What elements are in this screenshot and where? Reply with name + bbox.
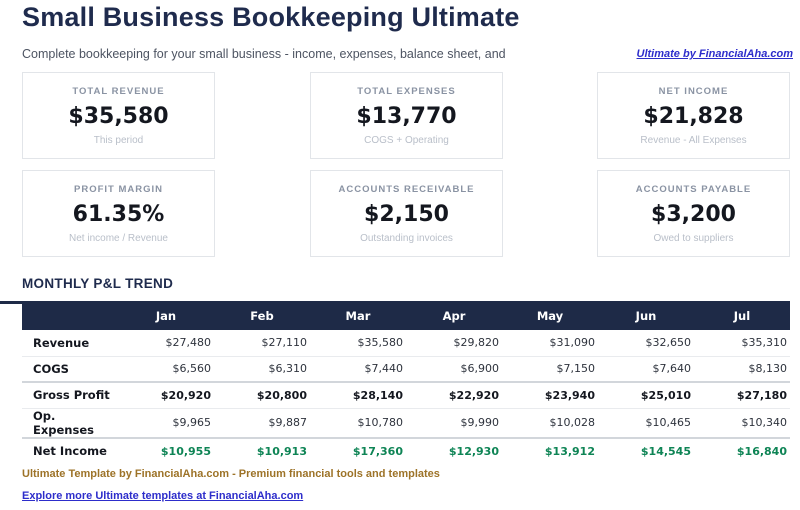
cell-value: $28,140	[310, 382, 406, 408]
kpi-note: This period	[94, 135, 143, 146]
cell-value: $9,990	[406, 408, 502, 438]
table-row-net-income: Net Income $10,955 $10,913 $17,360 $12,9…	[22, 438, 790, 464]
cell-value: $29,820	[406, 330, 502, 356]
kpi-card-total-expenses: TOTAL EXPENSES $13,770 COGS + Operating	[310, 72, 503, 159]
kpi-label: TOTAL REVENUE	[72, 86, 164, 97]
row-label: Revenue	[22, 330, 118, 356]
kpi-note: COGS + Operating	[364, 135, 449, 146]
kpi-value: $35,580	[68, 104, 168, 129]
table-top-rule	[0, 301, 24, 304]
cell-value: $20,920	[118, 382, 214, 408]
row-label: COGS	[22, 356, 118, 382]
kpi-card-total-revenue: TOTAL REVENUE $35,580 This period	[22, 72, 215, 159]
pl-col-header-jul: Jul	[694, 301, 790, 330]
page-subtitle: Complete bookkeeping for your small busi…	[22, 47, 506, 61]
cell-value: $6,900	[406, 356, 502, 382]
cell-value: $10,340	[694, 408, 790, 438]
kpi-value: 61.35%	[73, 202, 165, 227]
kpi-label: NET INCOME	[659, 86, 729, 97]
brand-link[interactable]: Ultimate by FinancialAha.com	[637, 48, 793, 60]
pl-section-heading: MONTHLY P&L TREND	[22, 276, 173, 291]
pl-table: Jan Feb Mar Apr May Jun Jul Revenue $27,…	[22, 301, 790, 464]
kpi-note: Net income / Revenue	[69, 233, 168, 244]
kpi-label: TOTAL EXPENSES	[357, 86, 455, 97]
cell-value: $35,310	[694, 330, 790, 356]
cell-value: $7,440	[310, 356, 406, 382]
page-title: Small Business Bookkeeping Ultimate	[22, 2, 520, 33]
kpi-value: $3,200	[651, 202, 736, 227]
pl-col-header-may: May	[502, 301, 598, 330]
kpi-card-accounts-payable: ACCOUNTS PAYABLE $3,200 Owed to supplier…	[597, 170, 790, 257]
table-row-cogs: COGS $6,560 $6,310 $7,440 $6,900 $7,150 …	[22, 356, 790, 382]
cell-value: $27,480	[118, 330, 214, 356]
pl-col-header-jun: Jun	[598, 301, 694, 330]
kpi-card-profit-margin: PROFIT MARGIN 61.35% Net income / Revenu…	[22, 170, 215, 257]
pl-col-header-jan: Jan	[118, 301, 214, 330]
pl-col-header-mar: Mar	[310, 301, 406, 330]
cell-value: $23,940	[502, 382, 598, 408]
footer-tagline: Ultimate Template by FinancialAha.com - …	[22, 468, 440, 480]
cell-value: $7,150	[502, 356, 598, 382]
kpi-note: Revenue - All Expenses	[640, 135, 746, 146]
pl-col-header-apr: Apr	[406, 301, 502, 330]
pl-header-row: Jan Feb Mar Apr May Jun Jul	[22, 301, 790, 330]
table-row-gross-profit: Gross Profit $20,920 $20,800 $28,140 $22…	[22, 382, 790, 408]
cell-value: $10,028	[502, 408, 598, 438]
kpi-card-net-income: NET INCOME $21,828 Revenue - All Expense…	[597, 72, 790, 159]
cell-value: $31,090	[502, 330, 598, 356]
cell-value: $12,930	[406, 438, 502, 464]
cell-value: $13,912	[502, 438, 598, 464]
cell-value: $22,920	[406, 382, 502, 408]
cell-value: $35,580	[310, 330, 406, 356]
row-label: Gross Profit	[22, 382, 118, 408]
cell-value: $7,640	[598, 356, 694, 382]
cell-value: $10,465	[598, 408, 694, 438]
cell-value: $9,887	[214, 408, 310, 438]
cell-value: $9,965	[118, 408, 214, 438]
kpi-label: ACCOUNTS PAYABLE	[636, 184, 751, 195]
kpi-card-accounts-receivable: ACCOUNTS RECEIVABLE $2,150 Outstanding i…	[310, 170, 503, 257]
bookkeeping-dashboard: { "header": { "title": "Small Business B…	[0, 0, 800, 510]
cell-value: $10,955	[118, 438, 214, 464]
cell-value: $6,560	[118, 356, 214, 382]
row-label: Op. Expenses	[22, 408, 118, 438]
pl-col-header-feb: Feb	[214, 301, 310, 330]
cell-value: $27,180	[694, 382, 790, 408]
kpi-note: Outstanding invoices	[360, 233, 453, 244]
cell-value: $10,913	[214, 438, 310, 464]
kpi-note: Owed to suppliers	[653, 233, 733, 244]
cell-value: $25,010	[598, 382, 694, 408]
row-label: Net Income	[22, 438, 118, 464]
cell-value: $27,110	[214, 330, 310, 356]
table-row-revenue: Revenue $27,480 $27,110 $35,580 $29,820 …	[22, 330, 790, 356]
cell-value: $8,130	[694, 356, 790, 382]
cell-value: $17,360	[310, 438, 406, 464]
table-row-op-expenses: Op. Expenses $9,965 $9,887 $10,780 $9,99…	[22, 408, 790, 438]
cell-value: $20,800	[214, 382, 310, 408]
kpi-value: $21,828	[643, 104, 743, 129]
explore-templates-link[interactable]: Explore more Ultimate templates at Finan…	[22, 490, 303, 502]
kpi-label: PROFIT MARGIN	[74, 184, 163, 195]
kpi-label: ACCOUNTS RECEIVABLE	[339, 184, 475, 195]
kpi-value: $13,770	[356, 104, 456, 129]
cell-value: $16,840	[694, 438, 790, 464]
pl-col-label-header	[22, 301, 118, 330]
kpi-value: $2,150	[364, 202, 449, 227]
cell-value: $6,310	[214, 356, 310, 382]
cell-value: $32,650	[598, 330, 694, 356]
cell-value: $10,780	[310, 408, 406, 438]
cell-value: $14,545	[598, 438, 694, 464]
